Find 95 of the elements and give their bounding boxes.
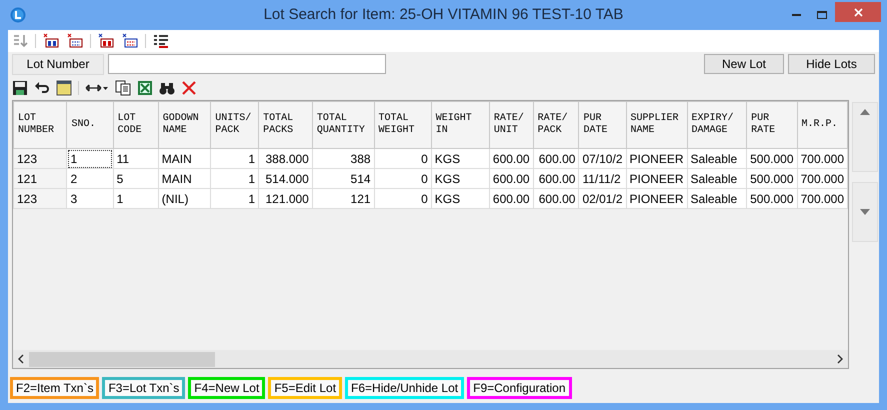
table-cell: 700.000 [797, 168, 848, 188]
down-arrow-icon [860, 209, 870, 215]
table-cell: MAIN [158, 168, 211, 188]
shortcut-key: F2=Item Txn`s [10, 377, 100, 399]
column-header[interactable]: RATE/ UNIT [489, 102, 534, 148]
table-columns-icon[interactable] [42, 33, 60, 49]
lot-number-label: Lot Number [12, 54, 104, 74]
table-cell: 07/10/2 [578, 148, 626, 168]
table-cell: 5 [113, 168, 158, 188]
column-header[interactable]: LOT CODE [113, 102, 158, 148]
column-header[interactable]: M.R.P. [797, 102, 848, 148]
table-cell: (NIL) [158, 188, 211, 208]
table-cell: KGS [431, 148, 490, 168]
table-cell: 1 [210, 188, 259, 208]
table-cell: 1 [210, 148, 259, 168]
close-button[interactable] [835, 2, 881, 22]
table-cell: 121.000 [258, 188, 312, 208]
shortcut-key: F3=Lot Txn`s [102, 377, 186, 399]
sort-icon[interactable] [11, 33, 29, 49]
table-cell: KGS [431, 168, 490, 188]
table-cell: 500.000 [746, 148, 798, 168]
table-cell: PIONEER [626, 168, 688, 188]
table-cell: 1 [66, 148, 114, 168]
binoculars-icon[interactable] [159, 80, 175, 96]
table-cell: 500.000 [746, 188, 798, 208]
table-cell: 514 [312, 168, 374, 188]
column-header[interactable]: PUR DATE [578, 102, 626, 148]
up-arrow-icon [860, 109, 870, 115]
table-cell: 600.00 [533, 188, 579, 208]
table-cell: 500.000 [746, 168, 798, 188]
copy-icon[interactable] [115, 80, 131, 96]
shortcut-key: F9=Configuration [467, 377, 572, 399]
column-header[interactable]: TOTAL WEIGHT [374, 102, 432, 148]
table-cell: KGS [431, 188, 490, 208]
column-header[interactable]: UNITS/ PACK [210, 102, 259, 148]
table-cell: 388.000 [258, 148, 312, 168]
table-cell: 1 [210, 168, 259, 188]
table-cell: Saleable [687, 188, 747, 208]
table-cell: Saleable [687, 148, 747, 168]
column-header[interactable]: RATE/ PACK [533, 102, 579, 148]
table-grid-icon[interactable] [121, 33, 139, 49]
toolbar-button[interactable]: Hide Lots [788, 54, 875, 74]
column-header[interactable]: PUR RATE [746, 102, 798, 148]
shortcut-key: F5=Edit Lot [268, 377, 342, 399]
table-cell: 123 [14, 188, 67, 208]
table-cell: Saleable [687, 168, 747, 188]
table-cell: PIONEER [626, 188, 688, 208]
column-header[interactable]: EXPIRY/ DAMAGE [687, 102, 747, 148]
app-logo-icon [10, 7, 26, 23]
table-cell: 123 [14, 148, 67, 168]
save-icon[interactable] [12, 80, 28, 96]
table-cell: 1 [113, 188, 158, 208]
table-cell: 514.000 [258, 168, 312, 188]
close-icon [854, 8, 862, 16]
column-header[interactable]: SNO. [66, 102, 114, 148]
column-header[interactable]: TOTAL PACKS [258, 102, 312, 148]
search-field[interactable] [108, 54, 386, 74]
table-cell: 600.00 [489, 188, 534, 208]
table-cell: 600.00 [489, 168, 534, 188]
toolbar-button[interactable]: New Lot [704, 54, 784, 74]
table-cell: 2 [66, 168, 114, 188]
table-cell: 600.00 [533, 168, 579, 188]
horizontal-scrollbar[interactable] [13, 350, 848, 368]
window-icon[interactable] [56, 80, 72, 96]
table-cell: 0 [374, 188, 432, 208]
table-cell: PIONEER [626, 148, 688, 168]
table-columns-icon[interactable] [97, 33, 115, 49]
spreadsheet-icon[interactable] [137, 80, 153, 96]
table-cell: 0 [374, 168, 432, 188]
undo-icon[interactable] [34, 80, 50, 96]
column-header[interactable]: SUPPLIER NAME [626, 102, 688, 148]
table-cell: 121 [14, 168, 67, 188]
table-cell: 0 [374, 148, 432, 168]
table-cell: 3 [66, 188, 114, 208]
table-cell: 700.000 [797, 148, 848, 168]
table-grid-icon[interactable] [66, 33, 84, 49]
table-cell: 121 [312, 188, 374, 208]
column-header[interactable]: TOTAL QUANTITY [312, 102, 374, 148]
table-cell: 600.00 [489, 148, 534, 168]
shortcut-key: F6=Hide/Unhide Lot [345, 377, 464, 399]
window-title: Lot Search for Item: 25-OH VITAMIN 96 TEST-10 TAB [262, 4, 624, 25]
column-header[interactable]: WEIGHT IN [431, 102, 490, 148]
table-cell: 02/01/2 [578, 188, 626, 208]
table-cell: 388 [312, 148, 374, 168]
table-cell: 600.00 [533, 148, 579, 168]
list-icon[interactable] [152, 33, 170, 49]
delete-icon[interactable] [181, 80, 197, 96]
table-cell: MAIN [158, 148, 211, 168]
column-header[interactable]: GODOWN NAME [158, 102, 211, 148]
table-cell: 11/11/2 [578, 168, 626, 188]
scrollbar-thumb[interactable] [29, 352, 215, 366]
column-header[interactable]: LOT NUMBER [14, 102, 67, 148]
shortcut-key: F4=New Lot [188, 377, 266, 399]
table-cell: 11 [113, 148, 158, 168]
table-cell: 700.000 [797, 188, 848, 208]
